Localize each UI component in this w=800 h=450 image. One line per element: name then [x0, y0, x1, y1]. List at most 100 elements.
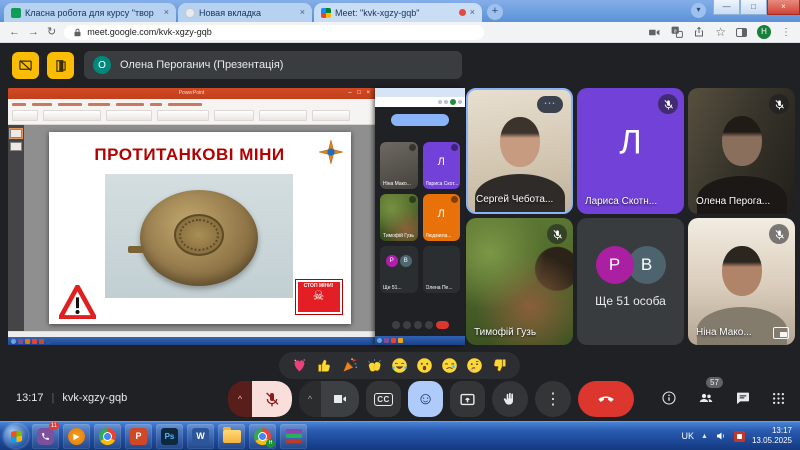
- reaction-thinking-icon[interactable]: [466, 357, 483, 374]
- reaction-clap-icon[interactable]: [366, 357, 383, 374]
- participants-button[interactable]: 57: [697, 390, 715, 406]
- tab-close-icon[interactable]: ×: [164, 8, 169, 17]
- presenter-banner[interactable]: O Олена Пероганич (Презентація): [84, 51, 462, 79]
- tab-close-icon[interactable]: ×: [300, 8, 305, 17]
- speaker-icon[interactable]: [715, 430, 727, 442]
- bookmark-star-icon[interactable]: ☆: [715, 25, 726, 39]
- exit-room-button[interactable]: [47, 52, 74, 79]
- reaction-cry-icon[interactable]: [441, 357, 458, 374]
- slide: ПРОТИТАНКОВІ МІНИ СТОП МІНИ! ☠: [49, 132, 351, 324]
- new-tab-button[interactable]: +: [487, 4, 503, 20]
- maximize-button[interactable]: □: [740, 0, 767, 15]
- screenshare-off-button[interactable]: [12, 52, 39, 79]
- mic-mute-button[interactable]: [252, 381, 292, 417]
- captions-button[interactable]: CC: [366, 381, 401, 417]
- close-window-button[interactable]: ×: [767, 0, 800, 15]
- info-icon: [661, 390, 677, 406]
- tray-expand-icon[interactable]: ▲: [701, 433, 708, 440]
- camera-options-chevron[interactable]: ^: [299, 381, 321, 417]
- tab-search-chevron-icon[interactable]: ▾: [691, 3, 706, 18]
- reaction-thumbs-up-icon[interactable]: [316, 357, 333, 374]
- reaction-party-icon[interactable]: [341, 357, 358, 374]
- mini-tile[interactable]: Олена Пе...: [423, 246, 461, 293]
- participant-tile-olena[interactable]: Олена Перога...: [688, 88, 795, 214]
- meeting-info: 13:17 | kvk-xgzy-gqb: [16, 392, 127, 404]
- taskbar-word[interactable]: W: [187, 424, 214, 449]
- mini-tile[interactable]: Ніна Мако...: [380, 142, 418, 189]
- mini-tile-name: Ніна Мако...: [383, 181, 411, 187]
- profile-avatar[interactable]: H: [757, 25, 771, 39]
- ppt-window-title: PowerPoint: [179, 90, 205, 96]
- meeting-details-button[interactable]: [661, 390, 677, 406]
- more-options-button[interactable]: ⋮: [535, 381, 571, 417]
- tile-more-options-icon[interactable]: ⋯: [537, 96, 563, 113]
- anti-tank-mine-image: [140, 190, 258, 286]
- window-controls: — □ ×: [713, 0, 800, 15]
- mini-tile[interactable]: Л Людмила...: [423, 194, 461, 241]
- browser-tab-meet[interactable]: Meet: "kvk-xgzy-gqb" ×: [314, 3, 482, 22]
- browser-menu-icon[interactable]: ⋮: [781, 27, 791, 38]
- profile-dot-badge: H: [266, 439, 275, 448]
- reactions-button[interactable]: ☺: [408, 381, 443, 417]
- forward-button[interactable]: →: [28, 27, 39, 38]
- language-indicator[interactable]: UK: [682, 431, 695, 441]
- start-button[interactable]: [4, 424, 28, 448]
- back-button[interactable]: ←: [9, 27, 20, 38]
- participant-name: Тимофій Гузь: [474, 327, 536, 338]
- browser-tab-classroom[interactable]: Класна робота для курсу "твор ×: [4, 3, 176, 22]
- screenshare-tile[interactable]: PowerPoint – □ × ПРОТИТАНКОВІ МІНИ: [8, 88, 375, 345]
- ppt-slide-panel[interactable]: [8, 125, 24, 331]
- reaction-laugh-icon[interactable]: [391, 357, 408, 374]
- taskbar-chrome[interactable]: [94, 424, 121, 449]
- taskbar-photoshop[interactable]: Ps: [156, 424, 183, 449]
- classroom-favicon: [11, 8, 21, 18]
- chat-button[interactable]: [735, 390, 751, 406]
- raise-hand-button[interactable]: [492, 381, 528, 417]
- mini-tile[interactable]: Л Лариса Скот...: [423, 142, 461, 189]
- picture-in-picture-icon[interactable]: [773, 327, 789, 339]
- taskbar-clock[interactable]: 13:17 13.05.2025: [752, 426, 792, 446]
- reaction-heart-icon[interactable]: [291, 357, 308, 374]
- taskbar-winrar[interactable]: [280, 424, 307, 449]
- mini-tile[interactable]: PB Ще 51...: [380, 246, 418, 293]
- overflow-participants-tile[interactable]: P B Ще 51 особа: [577, 218, 684, 345]
- tab-close-icon[interactable]: ×: [470, 8, 475, 17]
- participant-tile-larysa[interactable]: Л Лариса Скотн...: [577, 88, 684, 214]
- mic-options-chevron[interactable]: ^: [228, 381, 252, 417]
- address-bar[interactable]: meet.google.com/kvk-xgzy-gqb: [64, 25, 484, 40]
- slide-thumbnail[interactable]: [10, 129, 22, 138]
- toolbar-icons: a ☆ H ⋮: [648, 25, 791, 39]
- taskbar-chrome-profile[interactable]: H: [249, 424, 276, 449]
- overflow-count-label: Ще 51 особа: [577, 294, 684, 308]
- browser-tab-newtab[interactable]: Новая вкладка ×: [178, 3, 312, 22]
- reload-button[interactable]: ↻: [47, 27, 56, 38]
- mini-tile[interactable]: Тимофій Гузь: [380, 194, 418, 241]
- tray-security-icon[interactable]: [734, 431, 745, 442]
- reaction-surprised-icon[interactable]: [416, 357, 433, 374]
- reaction-thumbs-down-icon[interactable]: [491, 357, 508, 374]
- slide-thumbnail[interactable]: [10, 142, 22, 151]
- participant-tile-tymofii[interactable]: Тимофій Гузь: [466, 218, 573, 345]
- participant-tile-nina[interactable]: Ніна Мако...: [688, 218, 795, 345]
- camera-button[interactable]: [321, 381, 359, 417]
- taskbar-media-player[interactable]: ▶: [63, 424, 90, 449]
- share-icon[interactable]: [693, 26, 705, 38]
- minimize-button[interactable]: —: [713, 0, 740, 15]
- present-button[interactable]: [450, 381, 485, 417]
- mini-tile-name: Тимофій Гузь: [383, 233, 414, 239]
- translate-icon[interactable]: a: [671, 26, 683, 38]
- taskbar-viber[interactable]: 11: [32, 424, 59, 449]
- shared-screen-taskbar: [8, 337, 375, 345]
- mini-stop-presenting-button[interactable]: [391, 114, 449, 126]
- side-panel-icon[interactable]: [736, 28, 747, 37]
- folder-icon: [223, 430, 241, 443]
- ppt-menu-row: [12, 101, 371, 107]
- mini-control-bar: [375, 321, 465, 329]
- taskbar-powerpoint[interactable]: P: [125, 424, 152, 449]
- end-call-button[interactable]: [578, 381, 634, 417]
- camera-permission-icon[interactable]: [648, 27, 661, 38]
- participant-tile-sergey[interactable]: ⋯ Сергей Чебота...: [466, 88, 573, 214]
- taskbar-explorer[interactable]: [218, 424, 245, 449]
- camera-icon: [332, 392, 348, 406]
- activities-button[interactable]: [771, 391, 786, 406]
